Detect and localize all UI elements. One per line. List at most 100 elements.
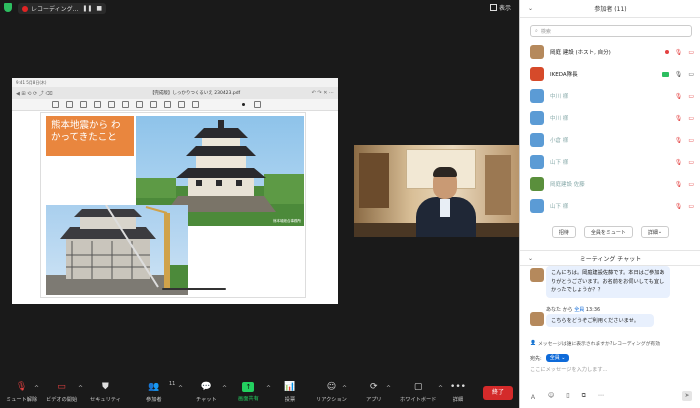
mute-all-button[interactable]: 全員をミュート [583, 226, 633, 238]
mic-muted-icon[interactable]: 🎙 [675, 203, 683, 210]
more-button[interactable]: ••• 詳細 [450, 382, 466, 403]
participant-row[interactable]: 岡庭 建設 (ホスト, 自分) 🎙 ▭ [530, 42, 694, 62]
shape-tool-icon[interactable] [122, 101, 129, 108]
video-off-icon[interactable]: ▭ [688, 93, 694, 100]
stop-icon[interactable]: ■ [96, 5, 102, 12]
comment-tool-icon[interactable] [150, 101, 157, 108]
participant-status-icons: 🎙 ▭ [675, 115, 694, 122]
video-shelf-right [485, 155, 511, 215]
lasso-icon[interactable] [108, 101, 115, 108]
video-off-icon[interactable]: ▭ [688, 181, 694, 188]
mute-button[interactable]: 🎙 ミュート解除 [6, 382, 37, 403]
stroke-dot-icon[interactable] [242, 103, 245, 106]
participant-row[interactable]: 中川 様 🎙 ▭ [530, 108, 694, 128]
participant-status-icons: 🎙 ▭ [675, 93, 694, 100]
chat-input[interactable]: ここにメッセージを入力します... [530, 366, 692, 378]
end-meeting-button[interactable]: 終了 [483, 386, 513, 400]
mic-muted-icon[interactable]: 🎙 [675, 159, 683, 166]
participants-caret-icon[interactable]: ^ [178, 385, 183, 392]
shield-icon[interactable] [4, 3, 12, 12]
pdf-nav-left-icons[interactable]: ◀ ⊞ ⟲ ⟳ ⤴ ⌫ [12, 90, 112, 97]
right-sidebar: ⌄ 参加者 (11) ⌕ 検索 岡庭 建設 (ホスト, 自分) 🎙 ▭ IKEDA隊長… [519, 0, 700, 408]
stroke-width-icon[interactable] [254, 101, 261, 108]
video-off-icon[interactable]: ▭ [688, 159, 694, 166]
video-icon[interactable]: ▭ [688, 71, 694, 78]
participant-name: 山下 様 [550, 160, 569, 166]
mic-muted-icon[interactable]: 🎙 [675, 49, 683, 56]
text-tool-icon[interactable] [52, 101, 59, 108]
participants-more-button[interactable]: 詳細 ⌄ [640, 226, 670, 238]
screenshot-icon[interactable]: ⧉ [582, 392, 586, 402]
send-icon[interactable]: ➤ [682, 391, 692, 401]
page-scroll-indicator[interactable] [162, 288, 226, 290]
recording-indicator[interactable]: レコーディング... ❚❚ ■ [18, 3, 107, 14]
meeting-topbar: レコーディング... ❚❚ ■ 表示 [0, 0, 519, 16]
whiteboard-label: ホワイトボード [400, 397, 437, 403]
eraser-icon[interactable] [94, 101, 101, 108]
participant-row[interactable]: 山下 様 🎙 ▭ [530, 152, 694, 172]
participant-row[interactable]: IKEDA隊長 🎙 ▭ [530, 64, 694, 84]
video-caret-icon[interactable]: ^ [78, 385, 83, 392]
sticker-tool-icon[interactable] [164, 101, 171, 108]
pause-icon[interactable]: ❚❚ [82, 5, 92, 12]
chat-message: こんにちは。岡庭建設佐藤です。本日はご参加ありがとうございます。お名前をお伺いし… [546, 266, 670, 298]
apps-button[interactable]: ⟳ アプリ [366, 382, 382, 403]
participant-row[interactable]: 岡庭建設 佐藤 🎙 ▭ [530, 174, 694, 194]
participants-more-label: 詳細 [647, 229, 658, 236]
emoji-icon[interactable]: ☺ [548, 392, 554, 402]
mic-muted-icon[interactable]: 🎙 [675, 115, 683, 122]
view-button[interactable]: 表示 [489, 3, 511, 12]
participants-button[interactable]: 👥 参加者 [146, 382, 162, 403]
chevron-down-icon[interactable]: ⌄ [528, 5, 533, 12]
pen-tool-icon[interactable] [66, 101, 73, 108]
share-screen-button[interactable]: ↑ 画面共有 [238, 382, 259, 402]
poll-button[interactable]: 📊 投票 [284, 382, 296, 403]
slide-title: 熊本地震から わかってきたこと [46, 116, 134, 156]
video-off-icon[interactable]: ▭ [688, 115, 694, 122]
mic-muted-icon[interactable]: 🎙 [675, 93, 683, 100]
participant-row[interactable]: 山下 様 🎙 ▭ [530, 196, 694, 216]
mic-muted-icon[interactable]: 🎙 [675, 181, 683, 188]
mute-caret-icon[interactable]: ^ [34, 385, 39, 392]
recording-label: レコーディング... [31, 6, 79, 13]
color-picker-icon[interactable] [192, 101, 199, 108]
participant-search-input[interactable]: ⌕ 検索 [530, 25, 692, 37]
mic-icon[interactable]: 🎙 [675, 71, 683, 78]
shared-screen[interactable]: 9:41 5月8日(木) ◀ ⊞ ⟲ ⟳ ⤴ ⌫ 【完成版】しっかりつくるいえ … [12, 78, 338, 304]
chat-button[interactable]: 💬 チャット [196, 382, 217, 403]
chevron-down-icon[interactable]: ⌄ [528, 255, 533, 262]
video-off-icon[interactable]: ▭ [688, 49, 694, 56]
apps-caret-icon[interactable]: ^ [386, 385, 391, 392]
participant-row[interactable]: 中川 様 🎙 ▭ [530, 86, 694, 106]
recipient-dropdown[interactable]: 全員 ⌄ [545, 354, 570, 362]
security-button[interactable]: ⛊ セキュリティ [90, 382, 121, 403]
video-button[interactable]: ▭ ビデオの開始 [46, 382, 77, 403]
invite-button[interactable]: 招待 [551, 226, 576, 238]
avatar [530, 133, 544, 147]
participant-status-icons: 🎙 ▭ [661, 71, 694, 78]
participant-row[interactable]: 小倉 様 🎙 ▭ [530, 130, 694, 150]
image-tool-icon[interactable] [136, 101, 143, 108]
more-icon[interactable]: ⋯ [598, 392, 604, 402]
laser-tool-icon[interactable] [178, 101, 185, 108]
screen-share-icon [661, 71, 669, 77]
whiteboard-caret-icon[interactable]: ^ [438, 385, 443, 392]
pdf-nav-right-icons[interactable]: ↶ ↷ ✕ ⋯ [278, 90, 338, 96]
shield-icon: ⛊ [102, 382, 109, 392]
share-caret-icon[interactable]: ^ [266, 385, 271, 392]
highlighter-icon[interactable] [80, 101, 87, 108]
chat-visibility-notice[interactable]: 👤 メッセージは誰に表示されますか?レコーディングが有効 [530, 340, 696, 347]
speaker-video[interactable] [354, 145, 519, 237]
reactions-caret-icon[interactable]: ^ [342, 385, 347, 392]
chat-recipient-selector: 宛先: 全員 ⌄ [530, 354, 570, 362]
mic-muted-icon[interactable]: 🎙 [675, 137, 683, 144]
video-off-icon[interactable]: ▭ [688, 203, 694, 210]
video-off-icon[interactable]: ▭ [688, 137, 694, 144]
whiteboard-button[interactable]: ▢ ホワイトボード [400, 382, 436, 403]
format-icon[interactable]: Ａ [530, 392, 536, 402]
meeting-area: レコーディング... ❚❚ ■ 表示 9:41 5月8日(木) ◀ ⊞ ⟲ ⟳ … [0, 0, 519, 408]
view-label: 表示 [498, 5, 511, 12]
chat-caret-icon[interactable]: ^ [222, 385, 227, 392]
file-icon[interactable]: ▯ [566, 392, 569, 402]
search-icon: ⌕ [535, 28, 538, 34]
